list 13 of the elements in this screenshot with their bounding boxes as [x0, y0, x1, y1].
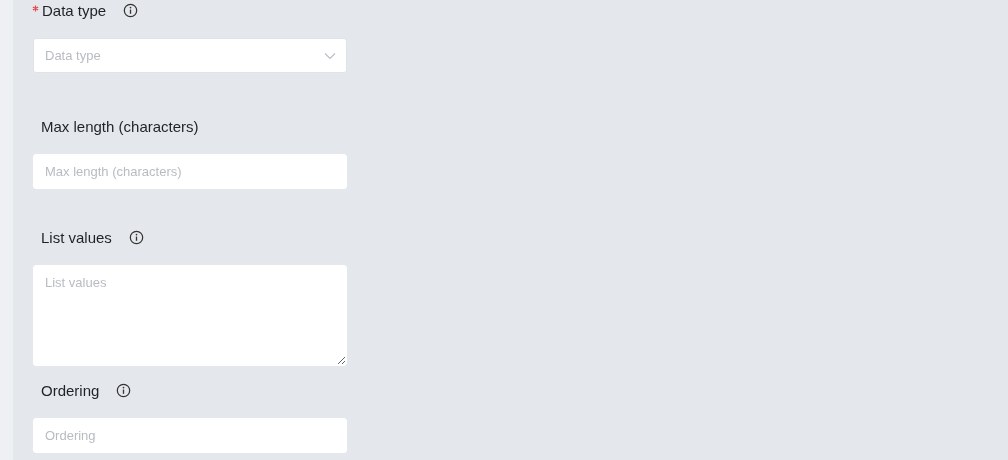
- field-label: List values: [41, 228, 112, 246]
- placeholder-text: Data type: [44, 48, 101, 63]
- text-area[interactable]: List values: [33, 265, 347, 366]
- input-field[interactable]: Ordering: [33, 418, 347, 453]
- chevron-down-icon: [324, 51, 336, 61]
- info-icon[interactable]: [128, 229, 144, 245]
- info-icon[interactable]: [123, 2, 139, 18]
- select-field[interactable]: Data type: [33, 38, 347, 73]
- info-icon[interactable]: [116, 382, 132, 398]
- field-label: Max length (characters): [41, 117, 199, 135]
- field-label: Ordering: [41, 381, 100, 399]
- field-label: Data type: [42, 1, 107, 19]
- input-field[interactable]: Max length (characters): [33, 154, 347, 189]
